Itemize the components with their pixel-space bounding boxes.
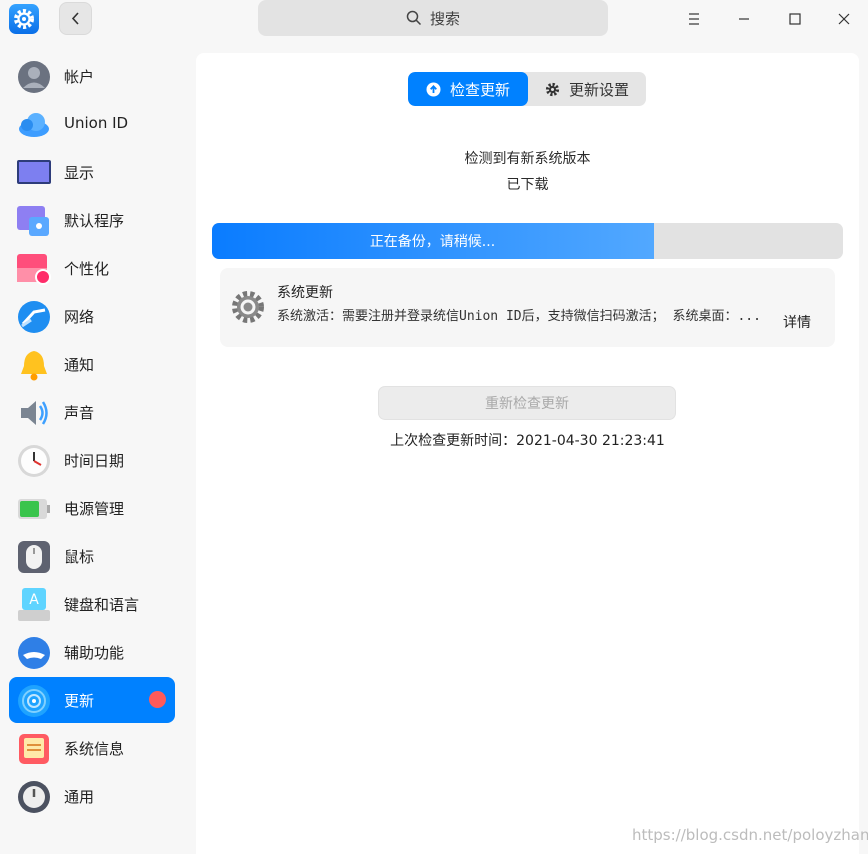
network-icon [18, 301, 50, 333]
settings-app-icon [9, 4, 39, 34]
accessibility-icon [18, 637, 50, 669]
sidebar-item-mouse[interactable]: 鼠标 [9, 533, 175, 579]
sidebar-item-general[interactable]: 通用 [9, 773, 175, 819]
update-status: 检测到有新系统版本 [464, 151, 591, 167]
update-substatus: 已下载 [506, 177, 549, 193]
sidebar-item-personalization[interactable]: 个性化 [9, 245, 175, 291]
title-bar: 搜索 [0, 0, 868, 42]
update-item-title: 系统更新 [277, 285, 333, 301]
back-button[interactable] [59, 2, 92, 35]
search-box[interactable]: 搜索 [258, 0, 608, 36]
sidebar-item-label: 时间日期 [64, 452, 125, 470]
update-badge [149, 691, 166, 708]
general-icon [18, 781, 50, 813]
tab-check-update[interactable]: 检查更新 [408, 72, 528, 106]
system-update-item: 系统更新 系统激活：需要注册并登录统信Union ID后，支持微信扫码激活； 系… [220, 268, 835, 347]
sidebar-item-display[interactable]: 显示 [9, 149, 175, 195]
system-info-icon [19, 734, 49, 764]
sidebar-item-default-apps[interactable]: 默认程序 [9, 197, 175, 243]
account-icon [18, 61, 50, 93]
last-check-time: 上次检查更新时间：2021-04-30 21:23:41 [390, 433, 665, 449]
sidebar-item-label: 系统信息 [64, 740, 125, 758]
sidebar-item-label: Union ID [64, 114, 129, 132]
sidebar-item-notifications[interactable]: 通知 [9, 341, 175, 387]
watermark: https://blog.csdn.net/poloyzhang [632, 826, 868, 844]
backup-progress-bar: 正在备份，请稍候... [212, 223, 843, 259]
sidebar-item-update[interactable]: 更新 [9, 677, 175, 723]
update-icon [18, 685, 50, 717]
cloud-icon [19, 113, 49, 137]
tab-label: 检查更新 [449, 80, 510, 99]
details-link[interactable]: 详情 [783, 312, 811, 332]
recheck-button[interactable]: 重新检查更新 [378, 386, 676, 420]
default-apps-icon [17, 206, 49, 236]
sidebar-item-label: 帐户 [64, 68, 95, 86]
sidebar-item-power[interactable]: 电源管理 [9, 485, 175, 531]
update-item-description: 系统激活：需要注册并登录统信Union ID后，支持微信扫码激活； 系统桌面：.… [277, 309, 761, 324]
minimize-icon[interactable] [733, 8, 755, 30]
progress-label: 正在备份，请稍候... [369, 234, 496, 250]
bell-icon [21, 351, 47, 381]
search-placeholder: 搜索 [429, 9, 460, 28]
clock-icon [18, 445, 50, 477]
keyboard-icon: A [18, 588, 50, 621]
personalization-icon [17, 254, 51, 285]
maximize-icon[interactable] [784, 8, 806, 30]
sidebar-item-date-time[interactable]: 时间日期 [9, 437, 175, 483]
battery-icon [18, 499, 50, 519]
svg-text:A: A [29, 592, 39, 608]
sidebar-item-keyboard-language[interactable]: A 键盘和语言 [9, 581, 175, 627]
close-icon[interactable] [833, 8, 855, 30]
display-icon [17, 160, 51, 184]
update-panel: 检查更新 更新设置 检测到有新系统版本 已下载 正在备份，请稍候... 系统更新… [196, 53, 859, 854]
mouse-icon [18, 541, 50, 573]
update-tab-switcher: 检查更新 更新设置 [408, 72, 646, 106]
sidebar: 帐户 Union ID 显示 默认程序 个性化 网络 通知 声音 时间日期 电源… [0, 42, 186, 854]
sidebar-item-label: 辅助功能 [64, 644, 125, 662]
sidebar-item-label: 显示 [64, 164, 95, 182]
tab-update-settings[interactable]: 更新设置 [528, 72, 646, 106]
speaker-icon [21, 401, 48, 425]
sidebar-item-label: 键盘和语言 [64, 596, 140, 614]
sidebar-item-label: 个性化 [64, 260, 110, 278]
sidebar-item-label: 电源管理 [64, 500, 125, 518]
sidebar-item-label: 通用 [64, 788, 95, 806]
tab-label: 更新设置 [568, 80, 629, 99]
sidebar-item-label: 默认程序 [64, 212, 125, 230]
gear-icon [545, 82, 560, 96]
arrow-up-circle-icon [426, 82, 441, 96]
sidebar-item-sound[interactable]: 声音 [9, 389, 175, 435]
menu-icon[interactable] [683, 8, 705, 30]
sidebar-item-label: 声音 [64, 404, 95, 422]
sidebar-item-account[interactable]: 帐户 [9, 53, 175, 99]
sidebar-item-label: 通知 [64, 356, 95, 374]
sidebar-item-label: 更新 [64, 692, 95, 710]
sidebar-item-accessibility[interactable]: 辅助功能 [9, 629, 175, 675]
sidebar-item-label: 鼠标 [64, 548, 95, 566]
search-icon [406, 10, 422, 26]
sidebar-item-system-info[interactable]: 系统信息 [9, 725, 175, 771]
chevron-left-icon [71, 12, 79, 25]
sidebar-item-union-id[interactable]: Union ID [9, 101, 175, 147]
sidebar-item-label: 网络 [64, 308, 95, 326]
gear-icon [232, 291, 264, 323]
sidebar-item-network[interactable]: 网络 [9, 293, 175, 339]
